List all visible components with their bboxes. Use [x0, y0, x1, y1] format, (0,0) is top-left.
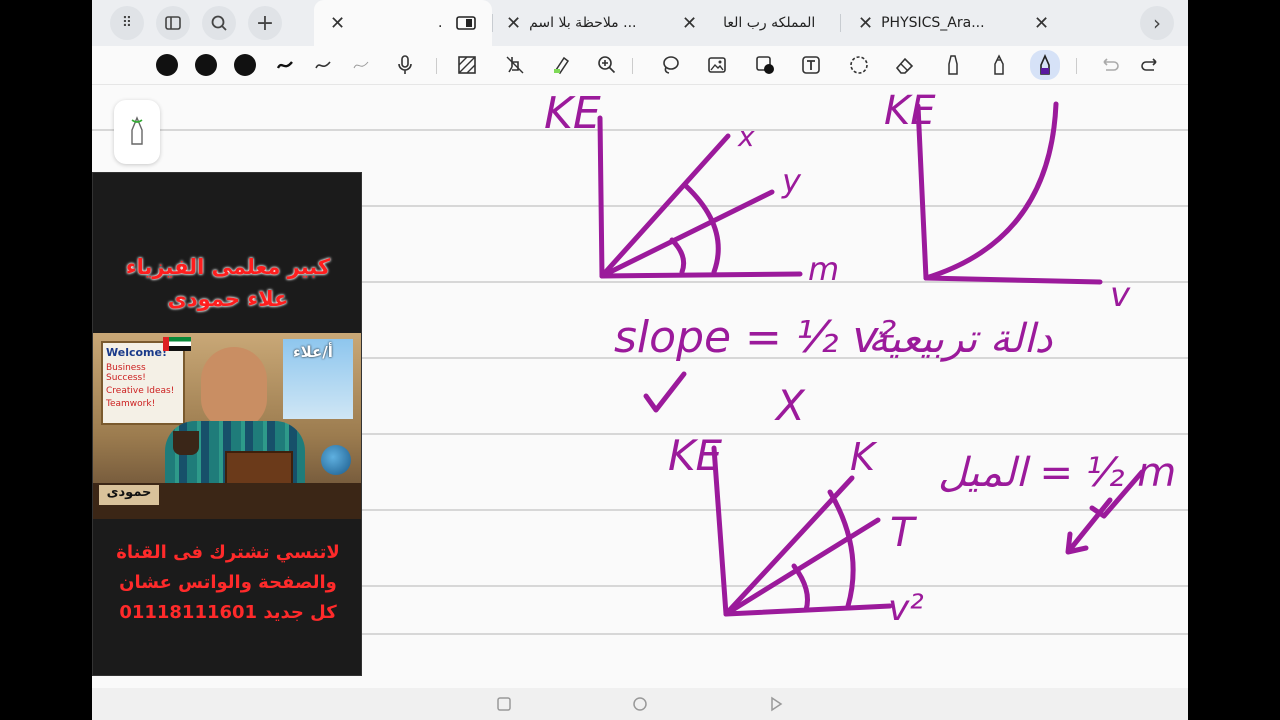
- welcome-board: Welcome! Business Success! Creative Idea…: [101, 341, 185, 425]
- teacher-portrait: Welcome! Business Success! Creative Idea…: [93, 333, 361, 519]
- coffee-cup-icon: [173, 431, 199, 455]
- graph3-line-k-label: K: [850, 435, 878, 479]
- graph-ke-linear-1: [597, 115, 803, 279]
- graph3-x-label: v²: [888, 588, 924, 629]
- graph1-y-label: KE: [544, 88, 601, 139]
- teacher-head: [201, 347, 267, 429]
- check-mark-1: [643, 371, 687, 413]
- graph2-y-label: KE: [884, 88, 936, 134]
- graph2-x-label: v: [1110, 275, 1131, 315]
- arrow-mark: [1065, 497, 1113, 555]
- cross-mark: X: [774, 381, 806, 430]
- teacher-badge: أ/علاء: [293, 343, 333, 361]
- uae-flag-icon: [163, 337, 191, 351]
- teacher-promo-card: كبير معلمى الفيزياء علاء حمودى Welcome! …: [92, 172, 362, 676]
- slope-note: slope = ½ v²: [614, 312, 896, 363]
- promo-cta-line3: كل جديد 01118111601: [119, 602, 337, 623]
- promo-title-line1: كبير معلمى الفيزياء: [125, 255, 331, 279]
- promo-cta-line1: لاتنسي تشترك فى القناة: [116, 542, 340, 563]
- promo-title-line2: علاء حمودى: [167, 287, 289, 311]
- graph1-line-y-label: y: [781, 162, 802, 200]
- promo-cta-line2: والصفحة والواتس عشان: [119, 572, 337, 593]
- quadratic-note: دالة تربيعية: [868, 316, 1053, 362]
- graph1-line-x-label: x: [737, 120, 755, 153]
- desk-name-sign: حمودى: [99, 485, 159, 505]
- graph3-line-t-label: T: [890, 510, 918, 556]
- globe-icon: [321, 445, 351, 475]
- graph1-x-label: m: [808, 250, 839, 288]
- slope-half-m-note: الميل = ½ m: [938, 450, 1176, 496]
- graph-ke-quadratic: [915, 101, 1103, 285]
- graph3-y-label: KE: [668, 431, 723, 480]
